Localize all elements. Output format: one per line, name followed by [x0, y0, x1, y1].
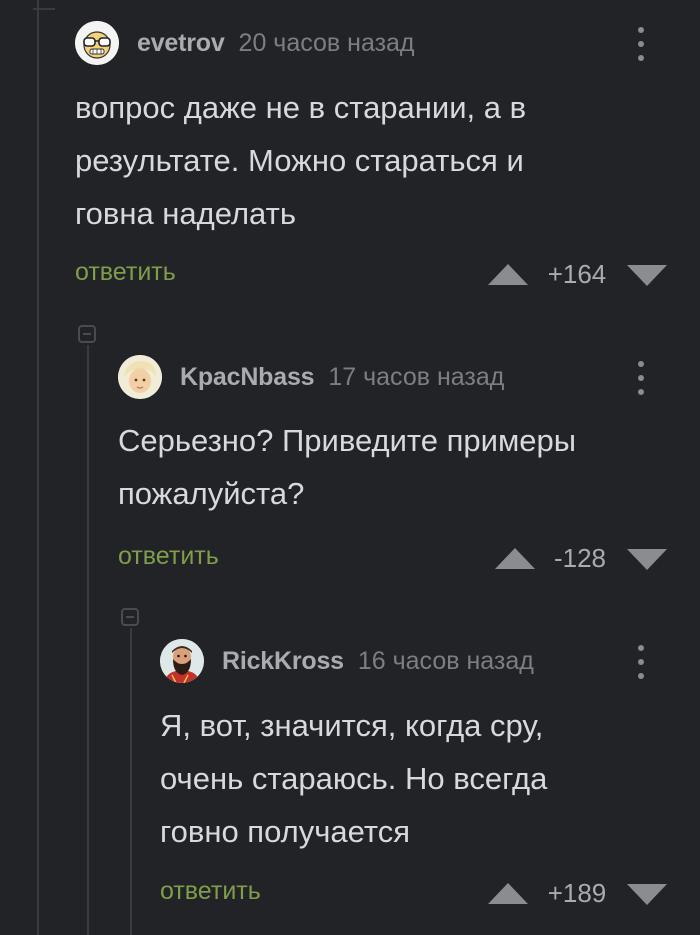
- reply-button[interactable]: ответить: [160, 877, 261, 906]
- comment-author[interactable]: RickKross: [222, 647, 344, 676]
- bearded-man-avatar[interactable]: [160, 639, 204, 683]
- comment-time: 16 часов назад: [357, 646, 534, 675]
- comments-thread: evetrov 20 часов назад вопрос даже не в …: [0, 0, 700, 935]
- vertical-dots-icon[interactable]: [637, 645, 645, 679]
- triangle-down-icon[interactable]: [627, 884, 667, 905]
- comment-rating: +189: [547, 878, 607, 908]
- comment-rickkross: RickKross 16 часов назад Я, вот, значитс…: [0, 0, 700, 935]
- comment-header: RickKross 16 часов назад: [160, 639, 534, 683]
- triangle-up-icon[interactable]: [488, 883, 528, 904]
- comment-text: Я, вот, значится, когда сру, очень стара…: [160, 708, 548, 849]
